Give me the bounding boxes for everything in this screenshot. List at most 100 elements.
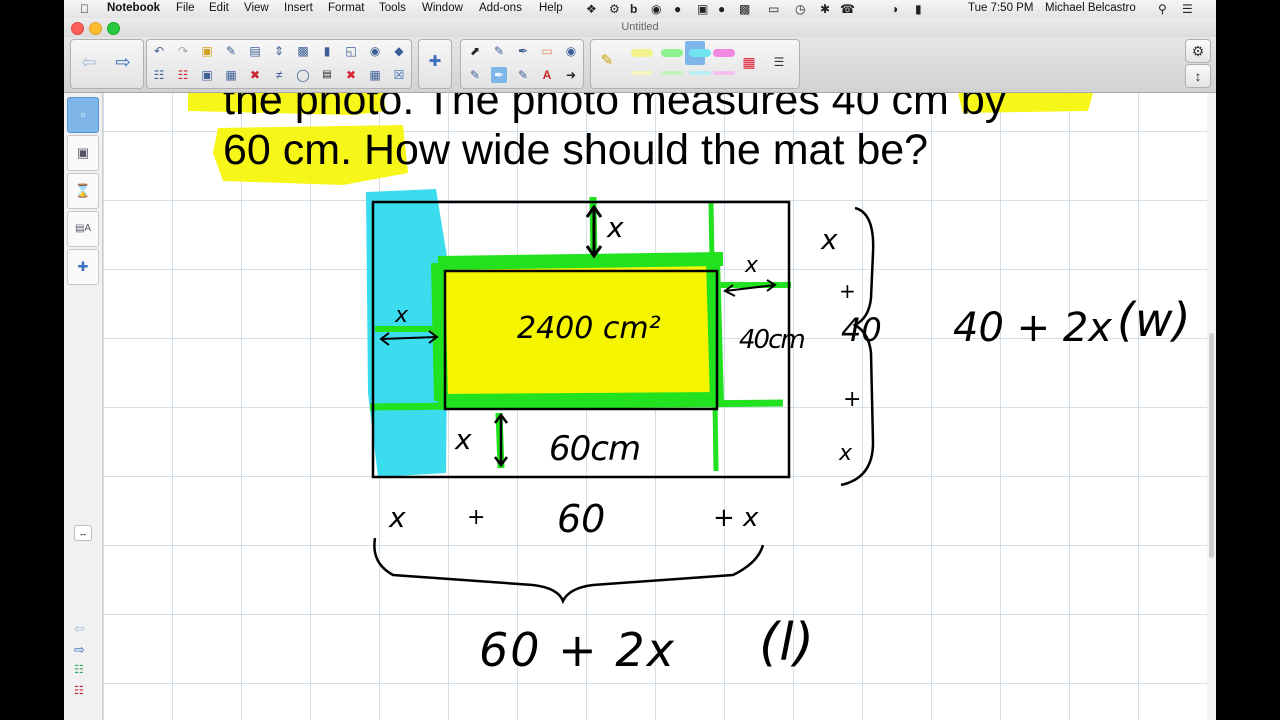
select-icon[interactable]: ⬈ — [467, 43, 483, 59]
width-tag: (w) — [1117, 293, 1191, 347]
prev-page-icon[interactable]: ⇦ — [74, 621, 85, 637]
spotlight-icon[interactable]: ⚲ — [1158, 2, 1167, 16]
menu-edit[interactable]: Edit — [209, 2, 229, 14]
shape-icon[interactable]: ◆ — [391, 43, 407, 59]
camera-icon[interactable]: ◉ — [367, 43, 383, 59]
apple-icon[interactable]:  — [80, 2, 89, 16]
highlighter-pink[interactable] — [713, 49, 735, 57]
link-icon[interactable]: ◯ — [295, 67, 311, 83]
notebook-page[interactable]: the photo. The photo measures 40 cm by 6… — [103, 93, 1207, 720]
settings-icon[interactable]: ⚙ — [1185, 39, 1211, 63]
b-icon[interactable]: b — [630, 2, 637, 16]
addons-icon[interactable]: ✚ — [427, 54, 443, 70]
left-width-arrow — [379, 330, 439, 346]
text-tool-icon[interactable]: A — [539, 67, 555, 83]
screen-shade-icon[interactable]: ▤ — [247, 43, 263, 59]
status-icon-1[interactable]: ◉ — [651, 2, 661, 16]
delete-page-icon[interactable]: ☷ — [175, 67, 191, 83]
menu-file[interactable]: File — [176, 2, 195, 14]
active-highlighter-icon[interactable]: ✎ — [599, 53, 615, 69]
highlighter-icon[interactable]: ✒ — [491, 67, 507, 83]
record-icon[interactable]: ▣ — [697, 2, 708, 16]
menu-window[interactable]: Window — [422, 2, 463, 14]
highlighter-pink-thin[interactable] — [713, 71, 735, 75]
bottom-width-arrow — [494, 412, 508, 468]
col-plus2: + — [843, 387, 862, 412]
delete-page-side-icon[interactable]: ☷ — [74, 684, 84, 697]
highlighter-yellow-thin[interactable] — [631, 71, 653, 75]
properties-tab[interactable]: ▤A — [67, 211, 99, 247]
bluetooth-icon[interactable]: ✱ — [820, 2, 830, 16]
expand-sidebar-icon[interactable]: ↔ — [74, 525, 92, 541]
label-x-left: x — [395, 303, 409, 328]
attachments-tab[interactable]: ⌛ — [67, 173, 99, 209]
addons-tab[interactable]: ✚ — [67, 249, 99, 285]
redo-icon[interactable]: ↷ — [175, 43, 191, 59]
wifi-icon[interactable]: ◑ — [891, 2, 898, 16]
page-size-icon[interactable]: ⇕ — [271, 43, 287, 59]
undo-icon[interactable]: ↶ — [151, 43, 167, 59]
vertical-scrollbar[interactable] — [1207, 93, 1216, 720]
notifications-icon[interactable]: ☰ — [1182, 2, 1193, 16]
status-icon-2[interactable]: ● — [674, 2, 681, 16]
volume-icon[interactable]: ☎ — [840, 2, 855, 16]
capture-icon[interactable]: ▮ — [319, 43, 335, 59]
dropbox-icon[interactable]: ❖ — [586, 2, 597, 16]
addons-group: ✚ — [418, 39, 452, 89]
display-icon[interactable]: ▩ — [739, 2, 750, 16]
clock[interactable]: Tue 7:50 PM — [968, 2, 1033, 14]
move-toolbar-icon[interactable]: ↕ — [1185, 64, 1211, 88]
pens-icon[interactable]: ✎ — [491, 43, 507, 59]
toolbar: ⇦ ⇨ ↶ ↷ ▣ ✎ ▤ ⇕ ▩ ▮ ◱ ◉ ☷ ☷ ▣ ▦ ✖ ≠ ◯ ▤ … — [64, 37, 1216, 93]
highlighter-cyan[interactable] — [689, 49, 711, 57]
line-style-icon[interactable]: ☰ — [771, 54, 787, 70]
paste-icon[interactable]: ▦ — [223, 67, 239, 83]
sync-icon[interactable]: ⚙ — [609, 2, 620, 16]
forward-arrow-icon[interactable]: ⇨ — [115, 53, 131, 71]
magic-pen-icon[interactable]: ✎ — [515, 67, 531, 83]
highlighter-yellow[interactable] — [631, 49, 653, 57]
save-icon[interactable]: ▣ — [199, 67, 215, 83]
airplay-icon[interactable]: ▭ — [768, 2, 779, 16]
table-icon[interactable]: ▦ — [367, 67, 383, 83]
menu-format[interactable]: Format — [328, 2, 364, 14]
shapes-icon[interactable]: ✎ — [467, 67, 483, 83]
timemachine-icon[interactable]: ◷ — [795, 2, 805, 16]
menu-addons[interactable]: Add-ons — [479, 2, 522, 14]
row-plus-x: + x — [713, 503, 759, 533]
text-icon[interactable]: ▤ — [319, 67, 335, 83]
close-icon[interactable]: ☒ — [391, 67, 407, 83]
back-arrow-icon[interactable]: ⇦ — [81, 53, 97, 71]
menu-view[interactable]: View — [244, 2, 269, 14]
eraser-icon[interactable]: ▭ — [539, 43, 555, 59]
gallery-icon[interactable]: ✎ — [223, 43, 239, 59]
next-page-icon[interactable]: ⇨ — [74, 642, 85, 658]
capture-area-icon[interactable]: ◱ — [343, 43, 359, 59]
highlighter-green-thin[interactable] — [661, 71, 683, 75]
add-page-icon[interactable]: ☷ — [74, 663, 84, 676]
creative-pen-icon[interactable]: ✒ — [515, 43, 531, 59]
display-screen-icon[interactable]: ▩ — [295, 43, 311, 59]
insert-page-icon[interactable]: ☷ — [151, 67, 167, 83]
menu-insert[interactable]: Insert — [284, 2, 313, 14]
menu-tools[interactable]: Tools — [379, 2, 406, 14]
gallery-tab[interactable]: ▣ — [67, 135, 99, 171]
menu-app[interactable]: Notebook — [107, 2, 160, 14]
screen-reset-icon[interactable]: ✖ — [247, 67, 263, 83]
battery-icon[interactable]: ▮ — [915, 2, 922, 16]
properties-icon[interactable]: ≠ — [271, 67, 287, 83]
label-x-right-inner: x — [745, 253, 759, 278]
menu-help[interactable]: Help — [539, 2, 563, 14]
delete-icon[interactable]: ✖ — [343, 67, 359, 83]
highlighter-cyan-thin[interactable] — [689, 71, 711, 75]
fill-icon[interactable]: ◉ — [563, 43, 579, 59]
page-sorter-tab[interactable]: ▫ — [67, 97, 99, 133]
open-folder-icon[interactable]: ▣ — [199, 43, 215, 59]
color-palette-icon[interactable]: ▦ — [741, 54, 757, 70]
highlighter-green[interactable] — [661, 49, 683, 57]
status-icon-3[interactable]: ● — [718, 2, 725, 16]
line-icon[interactable]: ➜ — [563, 67, 579, 83]
row-plus1: + — [467, 505, 486, 530]
user-name[interactable]: Michael Belcastro — [1045, 2, 1136, 14]
scrollbar-thumb[interactable] — [1209, 333, 1214, 558]
